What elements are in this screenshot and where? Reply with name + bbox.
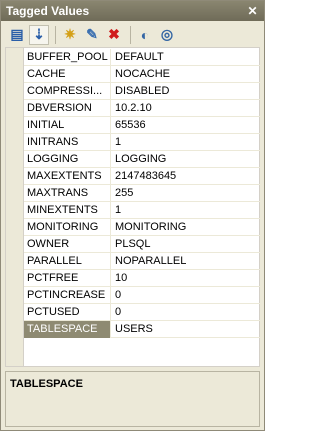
categorized-button[interactable]: ▤ bbox=[7, 25, 27, 45]
property-row[interactable]: DBVERSION 10.2.10 bbox=[24, 100, 260, 117]
grid-gutter bbox=[6, 48, 24, 366]
property-name[interactable]: PCTINCREASE bbox=[24, 287, 111, 304]
property-row[interactable]: MINEXTENTS 1 bbox=[24, 202, 260, 219]
property-name[interactable]: PCTUSED bbox=[24, 304, 111, 321]
categorized-icon: ▤ bbox=[10, 26, 24, 42]
property-grid: BUFFER_POOL DEFAULT CACHE NOCACHE COMPRESSI.… bbox=[5, 47, 260, 367]
property-name[interactable]: COMPRESSI... bbox=[24, 83, 111, 100]
edit-button[interactable]: ✎ bbox=[82, 25, 102, 45]
new-tag-button[interactable]: ✷ bbox=[60, 25, 80, 45]
property-name[interactable]: MINEXTENTS bbox=[24, 202, 111, 219]
description-panel: TABLESPACE bbox=[5, 371, 260, 427]
edit-icon: ✎ bbox=[86, 26, 98, 42]
toolbar: ▤ ⇣ ✷ ✎ ✖ ◐ ◎ bbox=[1, 22, 264, 47]
property-value[interactable]: USERS bbox=[112, 321, 260, 338]
property-value[interactable]: MONITORING bbox=[112, 219, 260, 236]
property-name[interactable]: OWNER bbox=[24, 236, 111, 253]
title-bar: Tagged Values ✕ bbox=[1, 1, 264, 21]
property-row[interactable]: INITRANS 1 bbox=[24, 134, 260, 151]
property-name[interactable]: LOGGING bbox=[24, 151, 111, 168]
property-name[interactable]: INITRANS bbox=[24, 134, 111, 151]
property-row[interactable]: MAXEXTENTS 2147483645 bbox=[24, 168, 260, 185]
property-row[interactable]: BUFFER_POOL DEFAULT bbox=[24, 49, 260, 66]
property-row[interactable]: PARALLEL NOPARALLEL bbox=[24, 253, 260, 270]
property-value[interactable]: 2147483645 bbox=[112, 168, 260, 185]
properties-button[interactable]: ◎ bbox=[157, 25, 177, 45]
property-name[interactable]: MONITORING bbox=[24, 219, 111, 236]
toolbar-separator bbox=[130, 25, 131, 44]
property-name[interactable]: DBVERSION bbox=[24, 100, 111, 117]
tagged-values-window: Tagged Values ✕ ▤ ⇣ ✷ ✎ ✖ ◐ ◎ BUFFER_POOL DEFAU… bbox=[0, 0, 265, 431]
toolbar-separator bbox=[55, 25, 56, 44]
property-value[interactable]: 10.2.10 bbox=[112, 100, 260, 117]
alphabetical-icon: ⇣ bbox=[33, 26, 45, 42]
property-row[interactable]: MAXTRANS 255 bbox=[24, 185, 260, 202]
property-row[interactable]: LOGGING LOGGING bbox=[24, 151, 260, 168]
property-name[interactable]: PARALLEL bbox=[24, 253, 111, 270]
property-name[interactable]: TABLESPACE bbox=[24, 321, 111, 338]
property-value[interactable]: 0 bbox=[112, 304, 260, 321]
property-value[interactable]: DEFAULT bbox=[112, 49, 260, 66]
property-value[interactable]: NOCACHE bbox=[112, 66, 260, 83]
delete-button[interactable]: ✖ bbox=[104, 25, 124, 45]
property-row[interactable]: OWNER PLSQL bbox=[24, 236, 260, 253]
property-row[interactable]: PCTFREE 10 bbox=[24, 270, 260, 287]
hide-button[interactable]: ◐ bbox=[135, 25, 155, 45]
property-row[interactable]: MONITORING MONITORING bbox=[24, 219, 260, 236]
properties-icon: ◎ bbox=[160, 26, 174, 42]
property-name[interactable]: PCTFREE bbox=[24, 270, 111, 287]
property-row[interactable]: CACHE NOCACHE bbox=[24, 66, 260, 83]
property-value[interactable]: 65536 bbox=[112, 117, 260, 134]
property-name[interactable]: INITIAL bbox=[24, 117, 111, 134]
property-row[interactable]: COMPRESSI... DISABLED bbox=[24, 83, 260, 100]
description-title: TABLESPACE bbox=[10, 378, 83, 390]
property-value[interactable]: 1 bbox=[112, 134, 260, 151]
property-value[interactable]: DISABLED bbox=[112, 83, 260, 100]
property-value[interactable]: 255 bbox=[112, 185, 260, 202]
property-value[interactable]: LOGGING bbox=[112, 151, 260, 168]
property-row[interactable]: PCTINCREASE 0 bbox=[24, 287, 260, 304]
property-row[interactable]: INITIAL 65536 bbox=[24, 117, 260, 134]
delete-icon: ✖ bbox=[108, 26, 120, 42]
property-row[interactable]: PCTUSED 0 bbox=[24, 304, 260, 321]
property-value[interactable]: 1 bbox=[112, 202, 260, 219]
property-value[interactable]: NOPARALLEL bbox=[112, 253, 260, 270]
window-title: Tagged Values bbox=[6, 4, 90, 18]
alphabetical-button[interactable]: ⇣ bbox=[29, 24, 49, 45]
property-name[interactable]: BUFFER_POOL bbox=[24, 49, 111, 66]
property-name[interactable]: CACHE bbox=[24, 66, 111, 83]
property-name[interactable]: MAXEXTENTS bbox=[24, 168, 111, 185]
hide-icon: ◐ bbox=[140, 26, 150, 43]
new-tag-icon: ✷ bbox=[64, 26, 76, 42]
property-value[interactable]: 0 bbox=[112, 287, 260, 304]
property-value[interactable]: PLSQL bbox=[112, 236, 260, 253]
close-icon[interactable]: ✕ bbox=[245, 4, 260, 18]
property-value[interactable]: 10 bbox=[112, 270, 260, 287]
property-name[interactable]: MAXTRANS bbox=[24, 185, 111, 202]
property-row[interactable]: TABLESPACE USERS bbox=[24, 321, 260, 338]
